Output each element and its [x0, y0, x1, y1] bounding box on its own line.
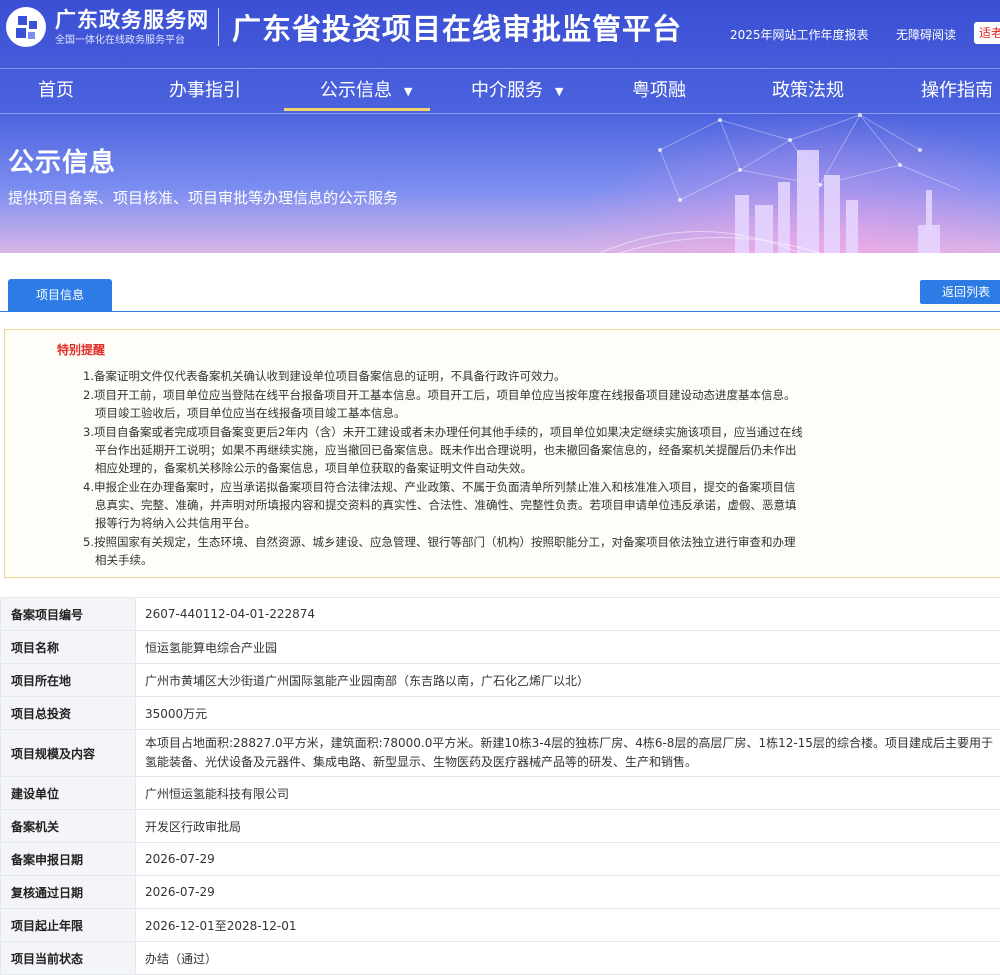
- nav-item-label: 粤项融: [632, 80, 686, 101]
- notice-line: 项目竣工验收后，项目单位应当在线报备项目竣工基本信息。: [95, 405, 406, 421]
- table-row: 项目所在地广州市黄埔区大沙街道广州国际氢能产业园南部（东吉路以南，广石化乙烯厂以…: [1, 664, 1000, 697]
- row-label: 项目规模及内容: [1, 730, 136, 777]
- row-value: 本项目占地面积:28827.0平方米，建筑面积:78000.0平方米。新建10栋…: [136, 730, 1000, 777]
- row-value: 开发区行政审批局: [136, 810, 1000, 843]
- gov-portal-name[interactable]: 广东政务服务网: [55, 4, 209, 34]
- row-value-line: 氢能装备、光伏设备及元器件、集成电路、新型显示、生物医药及医疗器械产品等的研发、…: [145, 753, 1000, 772]
- table-row: 建设单位广州恒运氢能科技有限公司: [1, 777, 1000, 810]
- page-description: 提供项目备案、项目核准、项目审批等办理信息的公示服务: [8, 187, 398, 208]
- row-value: 办结（通过）: [136, 942, 1000, 975]
- notice-line: 报等行为将纳入公共信用平台。: [95, 515, 256, 531]
- table-row: 项目总投资35000万元: [1, 697, 1000, 730]
- row-label: 项目名称: [1, 631, 136, 664]
- nav-item-label: 办事指引: [169, 80, 241, 101]
- table-row: 项目名称恒运氢能算电综合产业园: [1, 631, 1000, 664]
- nav-item-label: 公示信息: [320, 80, 392, 101]
- nav-item-public-info[interactable]: 公示信息 ▼: [320, 69, 412, 113]
- nav-item-label: 操作指南: [921, 80, 993, 101]
- notice-line: 5.按照国家有关规定，生态环境、自然资源、城乡建设、应急管理、银行等部门（机构）…: [83, 534, 795, 550]
- row-label: 备案机关: [1, 810, 136, 843]
- notice-line: 相关手续。: [95, 552, 153, 568]
- gov-portal-logo-icon[interactable]: [6, 7, 46, 47]
- table-row: 项目起止年限2026-12-01至2028-12-01: [1, 909, 1000, 942]
- accessibility-link[interactable]: 无障碍阅读: [896, 26, 956, 43]
- nav-item-yuexiangrong[interactable]: 粤项融: [632, 69, 686, 113]
- nav-item-policy[interactable]: 政策法规: [772, 69, 844, 113]
- row-label: 项目总投资: [1, 697, 136, 730]
- back-to-list-button[interactable]: 返回列表: [920, 280, 1000, 304]
- row-value: 2026-12-01至2028-12-01: [136, 909, 1000, 942]
- row-label: 备案项目编号: [1, 598, 136, 631]
- nav-item-label: 首页: [38, 80, 74, 101]
- nav-item-guide[interactable]: 办事指引: [169, 69, 241, 113]
- caret-down-icon: ▼: [555, 85, 563, 98]
- main-nav: 首页 办事指引 公示信息 ▼ 中介服务 ▼ 粤项融 政策法规 操作指南: [0, 68, 1000, 114]
- nav-item-home[interactable]: 首页: [38, 69, 74, 113]
- platform-title: 广东省投资项目在线审批监管平台: [232, 6, 682, 48]
- elder-mode-button[interactable]: 适老: [974, 22, 1000, 44]
- notice-line: 1.备案证明文件仅代表备案机关确认收到建设单位项目备案信息的证明，不具备行政许可…: [83, 368, 565, 384]
- notice-line: 3.项目自备案或者完成项目备案变更后2年内（含）未开工建设或者未办理任何其他手续…: [83, 424, 803, 440]
- row-label: 备案申报日期: [1, 843, 136, 876]
- row-label: 建设单位: [1, 777, 136, 810]
- notice-line: 4.申报企业在办理备案时，应当承诺拟备案项目符合法律法规、产业政策、不属于负面清…: [83, 479, 795, 495]
- nav-item-label: 政策法规: [772, 80, 844, 101]
- special-notice-box: 特别提醒 1.备案证明文件仅代表备案机关确认收到建设单位项目备案信息的证明，不具…: [4, 329, 1000, 578]
- notice-line: 2.项目开工前，项目单位应当登陆在线平台报备项目开工基本信息。项目开工后，项目单…: [83, 387, 795, 403]
- notice-line: 平台作出延期开工说明；如果不再继续实施，应当撤回已备案信息。既未作出合理说明，也…: [95, 442, 797, 458]
- nav-item-operation-guide[interactable]: 操作指南: [921, 69, 993, 113]
- notice-line: 息真实、完整、准确，并声明对所填报内容和提交资料的真实性、合法性、准确性、完整性…: [95, 497, 797, 513]
- nav-item-label: 中介服务: [471, 80, 543, 101]
- row-value: 2026-07-29: [136, 876, 1000, 909]
- page-title: 公示信息: [8, 142, 116, 179]
- row-value: 2026-07-29: [136, 843, 1000, 876]
- nav-item-intermediary[interactable]: 中介服务 ▼: [471, 69, 563, 113]
- table-row: 备案申报日期2026-07-29: [1, 843, 1000, 876]
- notice-title: 特别提醒: [57, 341, 105, 358]
- row-label: 项目起止年限: [1, 909, 136, 942]
- table-row: 项目规模及内容本项目占地面积:28827.0平方米，建筑面积:78000.0平方…: [1, 730, 1000, 777]
- header-divider: [218, 8, 219, 46]
- table-row: 备案项目编号2607-440112-04-01-222874: [1, 598, 1000, 631]
- row-value-line: 本项目占地面积:28827.0平方米，建筑面积:78000.0平方米。新建10栋…: [145, 734, 1000, 753]
- table-row: 项目当前状态办结（通过）: [1, 942, 1000, 975]
- row-value: 35000万元: [136, 697, 1000, 730]
- table-row: 复核通过日期2026-07-29: [1, 876, 1000, 909]
- annual-report-link[interactable]: 2025年网站工作年度报表: [730, 26, 869, 43]
- table-row: 备案机关开发区行政审批局: [1, 810, 1000, 843]
- tab-project-info[interactable]: 项目信息: [8, 279, 112, 312]
- notice-line: 相应处理的，备案机关移除公示的备案信息，项目单位获取的备案证明文件自动失效。: [95, 460, 532, 476]
- row-label: 项目当前状态: [1, 942, 136, 975]
- row-value: 2607-440112-04-01-222874: [136, 598, 1000, 631]
- project-info-table: 备案项目编号2607-440112-04-01-222874 项目名称恒运氢能算…: [0, 597, 1000, 975]
- row-value: 广州恒运氢能科技有限公司: [136, 777, 1000, 810]
- row-label: 项目所在地: [1, 664, 136, 697]
- gov-portal-subtitle: 全国一体化在线政务服务平台: [55, 31, 185, 46]
- row-value: 广州市黄埔区大沙街道广州国际氢能产业园南部（东吉路以南，广石化乙烯厂以北）: [136, 664, 1000, 697]
- tab-divider: [0, 311, 1000, 312]
- site-header: 广东政务服务网 全国一体化在线政务服务平台 广东省投资项目在线审批监管平台 20…: [0, 0, 1000, 66]
- caret-down-icon: ▼: [404, 85, 412, 98]
- row-value: 恒运氢能算电综合产业园: [136, 631, 1000, 664]
- row-label: 复核通过日期: [1, 876, 136, 909]
